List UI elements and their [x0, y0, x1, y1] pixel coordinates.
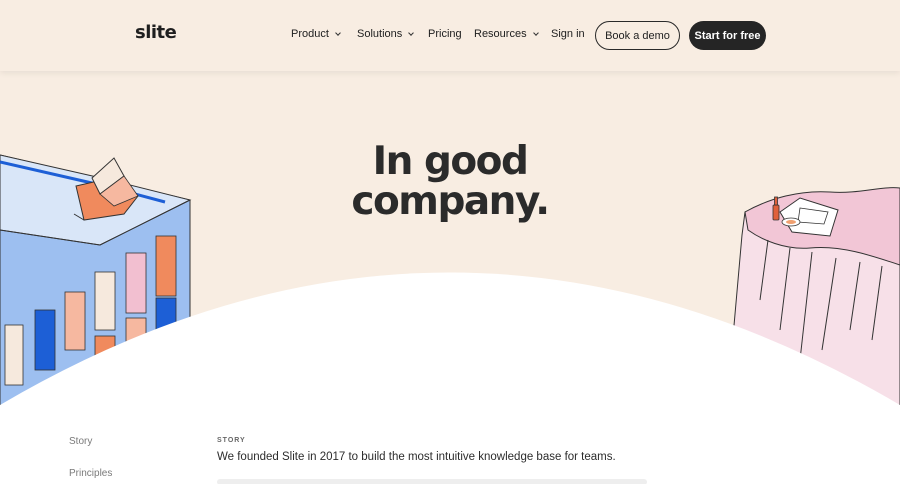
- chevron-down-icon: [408, 29, 415, 36]
- nav-item-label: Product: [291, 28, 329, 40]
- sidebar-link-story[interactable]: Story: [69, 436, 92, 447]
- nav-item-sign-in[interactable]: Sign in: [551, 28, 585, 40]
- page-title: In good company.: [300, 142, 600, 222]
- nav-item-label: Solutions: [357, 28, 403, 40]
- sidebar-link-principles[interactable]: Principles: [69, 468, 112, 479]
- top-navbar: slite Product Solutions Pricing Resource…: [0, 0, 900, 71]
- chevron-down-icon: [335, 29, 341, 36]
- story-intro-text: We founded Slite in 2017 to build the mo…: [217, 451, 616, 463]
- nav-item-label: Resources: [474, 28, 527, 40]
- page-title-line-1: In good: [372, 139, 529, 184]
- book-demo-button[interactable]: Book a demo: [595, 21, 680, 50]
- nav-item-label: Pricing: [428, 28, 462, 40]
- start-for-free-button[interactable]: Start for free: [689, 21, 766, 50]
- nav-item-label: Sign in: [551, 28, 585, 40]
- hero-illustration: [0, 154, 900, 484]
- nav-item-solutions[interactable]: Solutions: [357, 28, 415, 40]
- nav-item-resources[interactable]: Resources: [474, 28, 539, 40]
- faded-text-line: [217, 479, 647, 484]
- nav-item-pricing[interactable]: Pricing: [428, 28, 462, 40]
- nav-item-product[interactable]: Product: [291, 28, 341, 40]
- page-title-line-2: company.: [351, 179, 550, 224]
- chevron-down-icon: [532, 29, 539, 36]
- section-label: STORY: [217, 437, 246, 444]
- slite-logo[interactable]: slite: [135, 22, 177, 43]
